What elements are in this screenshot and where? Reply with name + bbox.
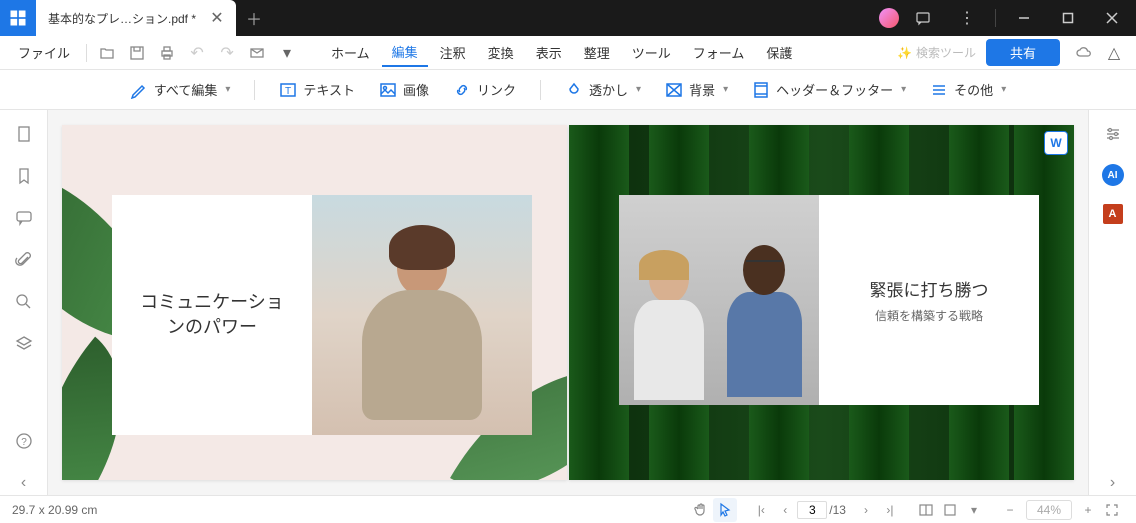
open-icon[interactable] — [93, 39, 121, 67]
properties-icon[interactable] — [1101, 122, 1125, 146]
collapse-left-icon[interactable]: ‹ — [12, 471, 36, 495]
prev-page-icon[interactable]: ‹ — [773, 498, 797, 522]
page-right[interactable]: 緊張に打ち勝つ 信頼を構築する戦略 W — [569, 125, 1074, 480]
thumbnails-icon[interactable] — [12, 122, 36, 146]
last-page-icon[interactable]: ›| — [878, 498, 902, 522]
page2-subtitle: 信頼を構築する戦略 — [875, 307, 983, 324]
right-sidebar: AI A › — [1088, 110, 1136, 495]
document-canvas[interactable]: コミュニケーションのパワー — [48, 110, 1088, 495]
search-tools[interactable]: ✨ 検索ツール — [897, 44, 976, 61]
page-total: /13 — [829, 503, 846, 517]
next-page-icon[interactable]: › — [854, 498, 878, 522]
comments-icon[interactable] — [12, 206, 36, 230]
page-left[interactable]: コミュニケーションのパワー — [62, 125, 567, 480]
background-icon — [665, 81, 683, 99]
page2-image — [619, 195, 819, 405]
word-export-badge[interactable]: W — [1044, 131, 1068, 155]
menu-edit[interactable]: 編集 — [382, 38, 428, 67]
link-icon — [453, 81, 471, 99]
pencil-icon — [130, 81, 148, 99]
zoom-in-icon[interactable]: + — [1076, 498, 1100, 522]
feedback-icon[interactable] — [903, 0, 943, 36]
cloud-icon[interactable] — [1070, 39, 1098, 67]
menu-form[interactable]: フォーム — [683, 39, 755, 66]
document-tab[interactable]: 基本的なプレ…ション.pdf * ✕ — [36, 0, 236, 36]
read-mode-icon[interactable] — [914, 498, 938, 522]
page-number-input[interactable] — [797, 501, 827, 519]
menubar: ファイル ↶ ↷ ▾ ホーム 編集 注釈 変換 表示 整理 ツール フォーム 保… — [0, 36, 1136, 70]
more-menu-icon[interactable]: ⋮ — [947, 0, 987, 36]
collapse-right-icon[interactable]: › — [1101, 471, 1125, 495]
mail-icon[interactable] — [243, 39, 271, 67]
menu-view[interactable]: 表示 — [526, 39, 572, 66]
droplet-icon — [565, 81, 583, 99]
header-footer-button[interactable]: ヘッダー＆フッター▾ — [744, 76, 914, 103]
more-button[interactable]: その他▾ — [922, 76, 1014, 103]
menu-comment[interactable]: 注釈 — [430, 39, 476, 66]
fullscreen-icon[interactable] — [1100, 498, 1124, 522]
menu-tool[interactable]: ツール — [622, 39, 681, 66]
layers-icon[interactable] — [12, 332, 36, 356]
background-button[interactable]: 背景▾ — [657, 76, 736, 103]
more-icon — [930, 81, 948, 99]
maximize-button[interactable] — [1048, 0, 1088, 36]
image-button[interactable]: 画像 — [371, 76, 437, 103]
page1-image — [312, 195, 532, 435]
link-button[interactable]: リンク — [445, 76, 524, 103]
svg-text:?: ? — [21, 437, 27, 448]
text-button[interactable]: T テキスト — [271, 76, 363, 103]
select-tool-icon[interactable] — [713, 498, 737, 522]
app-logo[interactable] — [0, 0, 36, 36]
collapse-ribbon-icon[interactable]: △ — [1100, 39, 1128, 67]
help-icon[interactable]: ? — [12, 429, 36, 453]
edit-all-button[interactable]: すべて編集▾ — [122, 76, 239, 103]
view-mode-icon[interactable]: ▾ — [962, 498, 986, 522]
page1-title: コミュニケーションのパワー — [132, 290, 292, 340]
ai-badge[interactable]: AI — [1102, 164, 1124, 186]
hand-tool-icon[interactable] — [689, 498, 713, 522]
statusbar: 29.7 x 20.99 cm |‹ ‹ /13 › ›| ▾ − 44% + — [0, 495, 1136, 523]
tab-title: 基本的なプレ…ション.pdf * — [48, 10, 202, 27]
zoom-level[interactable]: 44% — [1026, 500, 1072, 520]
ms-office-badge[interactable]: A — [1103, 204, 1123, 224]
sparkle-icon: ✨ — [897, 46, 912, 60]
minimize-button[interactable] — [1004, 0, 1044, 36]
page2-title: 緊張に打ち勝つ — [870, 276, 989, 301]
page-dimensions: 29.7 x 20.99 cm — [12, 503, 97, 517]
watermark-button[interactable]: 透かし▾ — [557, 76, 649, 103]
menu-protect[interactable]: 保護 — [756, 39, 802, 66]
attachments-icon[interactable] — [12, 248, 36, 272]
redo-icon[interactable]: ↷ — [213, 39, 241, 67]
first-page-icon[interactable]: |‹ — [749, 498, 773, 522]
zoom-out-icon[interactable]: − — [998, 498, 1022, 522]
share-button[interactable]: 共有 — [986, 39, 1060, 66]
bookmarks-icon[interactable] — [12, 164, 36, 188]
menu-convert[interactable]: 変換 — [478, 39, 524, 66]
menu-organize[interactable]: 整理 — [574, 39, 620, 66]
fit-width-icon[interactable] — [938, 498, 962, 522]
text-icon: T — [279, 81, 297, 99]
close-tab-icon[interactable]: ✕ — [210, 11, 224, 25]
edit-toolbar: すべて編集▾ T テキスト 画像 リンク 透かし▾ 背景▾ ヘッダー＆フッター▾… — [0, 70, 1136, 110]
search-icon[interactable] — [12, 290, 36, 314]
header-footer-icon — [752, 81, 770, 99]
save-icon[interactable] — [123, 39, 151, 67]
print-icon[interactable] — [153, 39, 181, 67]
left-sidebar: ? ‹ — [0, 110, 48, 495]
svg-text:T: T — [285, 86, 291, 97]
titlebar: 基本的なプレ…ション.pdf * ✕ ＋ ⋮ — [0, 0, 1136, 36]
add-tab-button[interactable]: ＋ — [236, 0, 272, 36]
dropdown-icon[interactable]: ▾ — [273, 39, 301, 67]
menu-home[interactable]: ホーム — [321, 39, 380, 66]
user-avatar[interactable] — [879, 8, 899, 28]
menu-file[interactable]: ファイル — [8, 39, 80, 66]
image-icon — [379, 81, 397, 99]
undo-icon[interactable]: ↶ — [183, 39, 211, 67]
close-window-button[interactable] — [1092, 0, 1132, 36]
